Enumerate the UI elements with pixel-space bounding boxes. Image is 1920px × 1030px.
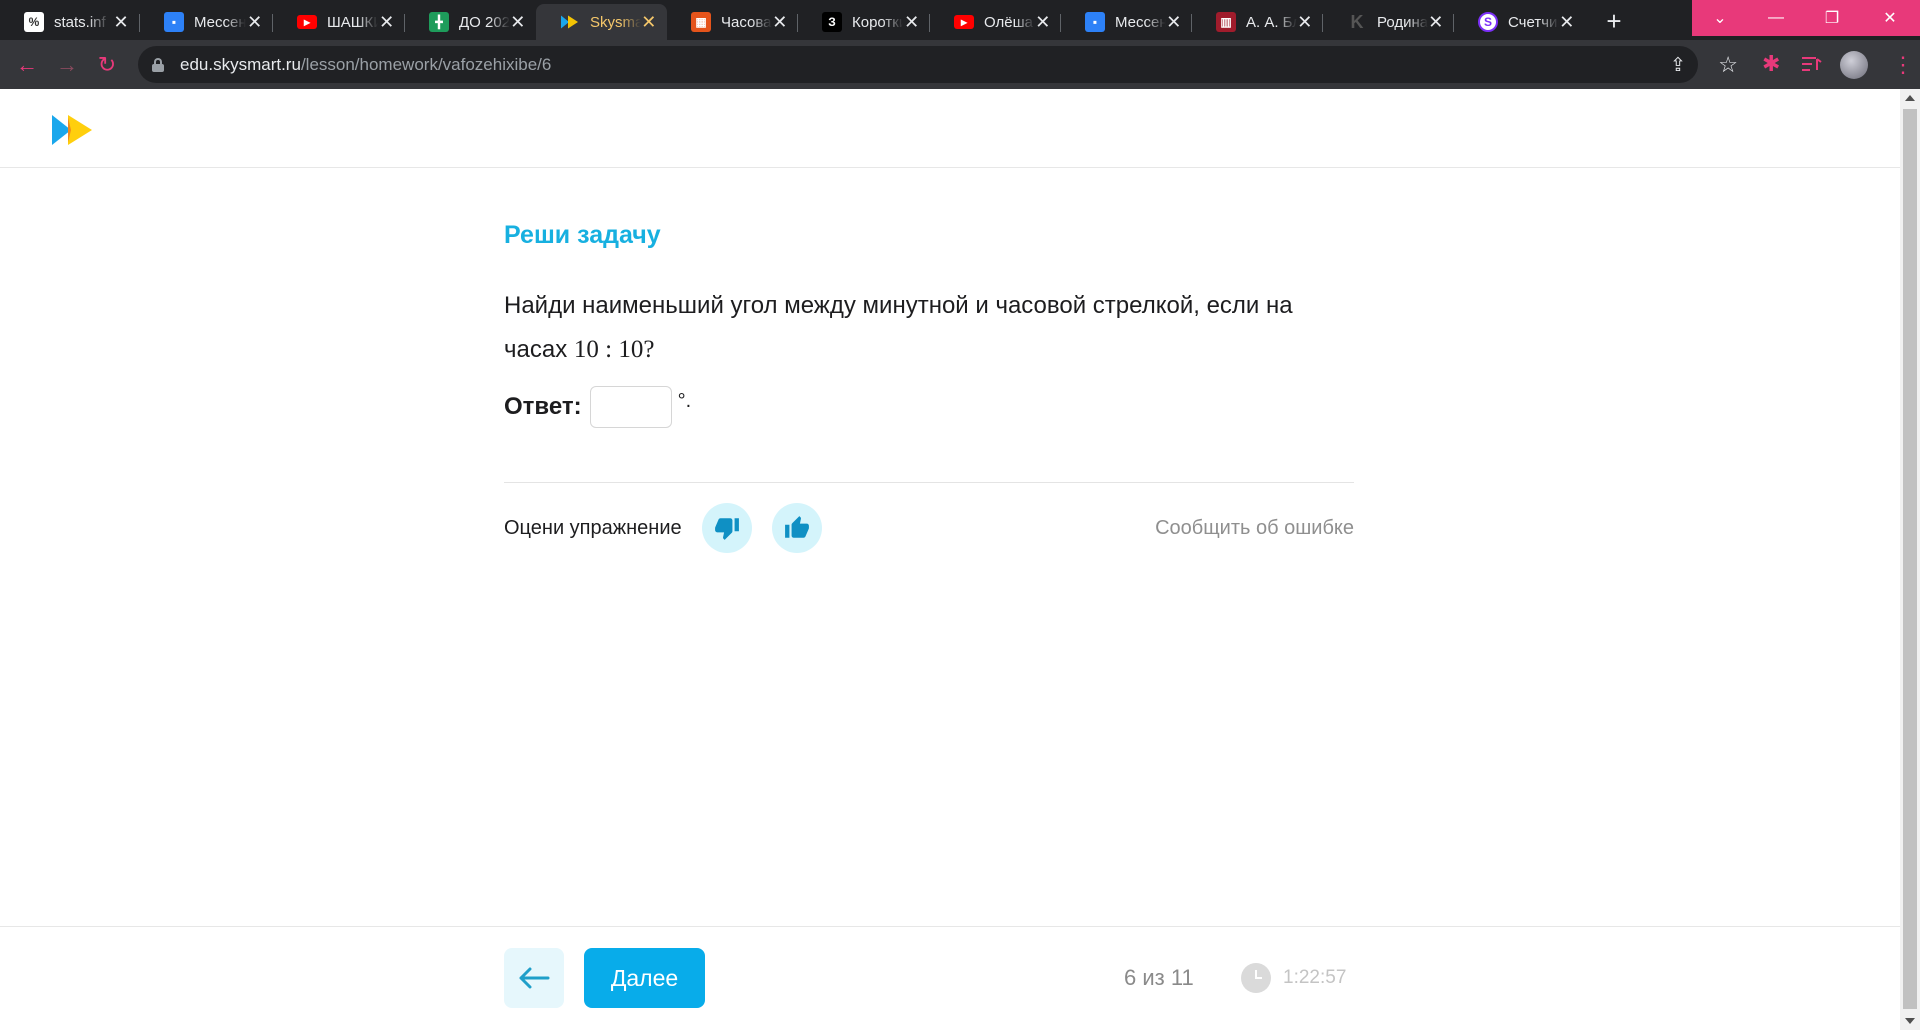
rate-exercise: Оцени упражнение Сообщить об ошибке [504, 503, 1354, 553]
timer-value: 1:22:57 [1283, 967, 1347, 988]
tab-search-button[interactable]: ⌄ [1692, 0, 1748, 36]
page-scrollbar[interactable] [1900, 89, 1920, 1030]
dislike-button[interactable] [701, 503, 752, 553]
timer: 1:22:57 [1241, 963, 1346, 993]
close-icon[interactable]: ✕ [510, 13, 526, 31]
skysmart-logo[interactable] [52, 115, 92, 150]
tab-strip: % stats.inf ✕ ▪ Мессенджер ✕ ▸ ШАШКИ ✕ ╋… [0, 0, 1920, 40]
tab-title: ШАШКИ [327, 13, 379, 31]
answer-input[interactable] [589, 386, 672, 428]
clock-image-icon: ▦ [691, 12, 711, 32]
answer-label: Ответ: [504, 393, 582, 420]
browser-toolbar: ← → ↻ edu.skysmart.ru/lesson/homework/va… [0, 40, 1920, 89]
tab-sheets[interactable]: ╋ ДО 2022 ✕ [405, 4, 536, 40]
tab-title: Олёша а [984, 13, 1035, 31]
s-icon: S [1478, 12, 1498, 32]
close-icon[interactable]: ✕ [1166, 13, 1182, 31]
footer-nav: Далее 6 из 11 1:22:57 [0, 926, 1900, 1030]
tab-title: Счетчик [1508, 13, 1559, 31]
tab-youtube-shashki[interactable]: ▸ ШАШКИ ✕ [273, 4, 405, 40]
tab-title: ДО 2022 [459, 13, 510, 31]
close-icon[interactable]: ✕ [112, 13, 130, 31]
like-button[interactable] [771, 503, 822, 553]
close-icon[interactable]: ✕ [772, 13, 788, 31]
url-text: edu.skysmart.ru/lesson/homework/vafozehi… [180, 54, 552, 74]
tab-clock[interactable]: ▦ Часовая ✕ [667, 4, 798, 40]
browser-menu-icon[interactable]: ⋮ [1892, 52, 1914, 78]
scroll-up-icon[interactable] [1905, 95, 1915, 101]
close-icon[interactable]: ✕ [1428, 13, 1444, 31]
scroll-down-icon[interactable] [1905, 1018, 1915, 1024]
tab-rodina[interactable]: K Родина ✕ [1323, 4, 1454, 40]
task-title: Реши задачу [504, 221, 661, 249]
avatar[interactable] [1840, 51, 1868, 79]
reload-icon[interactable]: ↻ [92, 50, 122, 80]
tab-title: Skysmart [590, 13, 641, 31]
tab-title: Короткие [852, 13, 904, 31]
question-text: Найди наименьший угол между минутной и ч… [504, 292, 1293, 363]
tab-messenger-2[interactable]: ▪ Мессенджер ✕ [1061, 4, 1192, 40]
scrollbar-thumb[interactable] [1903, 109, 1917, 1009]
messenger-icon: ▪ [1085, 12, 1105, 32]
close-icon[interactable]: ✕ [641, 13, 657, 31]
new-tab-button[interactable]: + [1598, 6, 1630, 38]
messenger-icon: ▪ [164, 12, 184, 32]
share-icon[interactable]: ⇪ [1670, 54, 1686, 77]
youtube-icon: ▸ [954, 15, 974, 29]
bookmark-star-icon[interactable]: ☆ [1718, 52, 1738, 78]
arrow-left-icon [519, 967, 550, 989]
minimize-button[interactable]: — [1748, 0, 1804, 36]
rate-label: Оцени упражнение [504, 516, 682, 539]
stats-icon: % [24, 12, 44, 32]
tab-messenger[interactable]: ▪ Мессенджер ✕ [140, 4, 273, 40]
close-icon[interactable]: ✕ [246, 13, 263, 31]
reading-list-icon[interactable] [1802, 56, 1822, 72]
answer-unit: °. [677, 389, 692, 412]
question-time: 10 : 10 [573, 336, 644, 363]
tab-title: Родина [1377, 13, 1428, 31]
skysmart-icon [560, 12, 580, 32]
back-icon[interactable]: ← [12, 50, 42, 80]
tab-title: Часовая [721, 13, 772, 31]
clock-icon [1241, 963, 1271, 993]
k-icon: K [1347, 12, 1367, 32]
tab-counter[interactable]: S Счетчик ✕ [1454, 4, 1585, 40]
tab-short[interactable]: З Короткие ✕ [798, 4, 930, 40]
tab-title: А. А. Бл [1246, 13, 1297, 31]
thumbs-up-icon [784, 516, 809, 538]
forward-icon[interactable]: → [52, 50, 82, 80]
tab-youtube-olesha[interactable]: ▸ Олёша а ✕ [930, 4, 1061, 40]
extensions-icon[interactable]: ✱ [1762, 51, 1780, 77]
next-button[interactable]: Далее [584, 948, 705, 1008]
close-icon[interactable]: ✕ [1559, 13, 1575, 31]
book-icon: ▥ [1216, 12, 1236, 32]
close-icon[interactable]: ✕ [1035, 13, 1051, 31]
close-window-button[interactable]: ✕ [1860, 0, 1920, 36]
address-bar[interactable]: edu.skysmart.ru/lesson/homework/vafozehi… [138, 46, 1738, 83]
exercise: Реши задачу Найди наименьший угол между … [504, 219, 1354, 553]
sheets-icon: ╋ [429, 12, 449, 32]
site-header [0, 89, 1900, 168]
tab-title: Мессенджер [1115, 13, 1166, 31]
close-icon[interactable]: ✕ [1297, 13, 1313, 31]
back-button[interactable] [504, 948, 564, 1008]
tab-title: Мессенджер [194, 13, 247, 31]
tab-title: stats.inf [54, 13, 106, 31]
lock-icon [152, 57, 164, 72]
close-icon[interactable]: ✕ [903, 13, 920, 31]
progress-counter: 6 из 11 [1124, 965, 1194, 990]
tab-blok[interactable]: ▥ А. А. Бл ✕ [1192, 4, 1323, 40]
restore-button[interactable]: ❐ [1804, 0, 1860, 36]
divider [504, 482, 1354, 483]
page-content: Реши задачу Найди наименьший угол между … [0, 89, 1900, 1030]
close-icon[interactable]: ✕ [378, 13, 395, 31]
z-icon: З [822, 12, 842, 32]
youtube-icon: ▸ [297, 15, 317, 29]
answer-row: Ответ: °. [504, 386, 1354, 428]
thumbs-down-icon [714, 518, 739, 540]
tab-skysmart[interactable]: Skysmart ✕ [536, 4, 667, 40]
tab-stats[interactable]: % stats.inf ✕ [0, 4, 140, 40]
report-error-link[interactable]: Сообщить об ошибке [1155, 517, 1354, 540]
